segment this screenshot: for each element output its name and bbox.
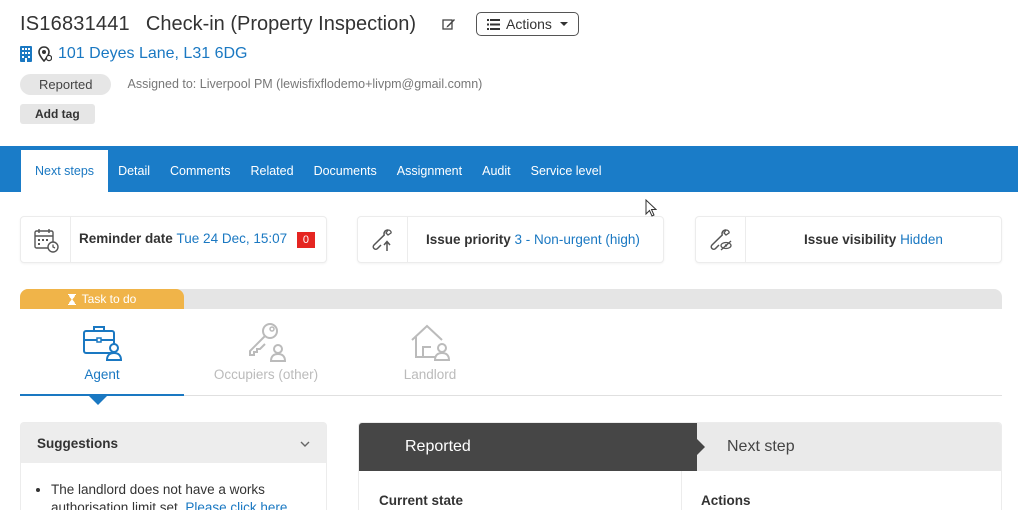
issue-priority-card[interactable]: Issue priority 3 - Non-urgent (high) [357, 216, 664, 263]
wrench-hidden-icon [696, 217, 746, 262]
assigned-to-text: Assigned to: Liverpool PM (lewisfixflode… [127, 77, 483, 91]
house-person-icon [409, 321, 451, 363]
tab-assignment[interactable]: Assignment [387, 150, 472, 192]
suggestions-title: Suggestions [37, 435, 119, 451]
actions-label: Actions [506, 16, 552, 32]
suggestions-list: The landlord does not have a works autho… [21, 463, 326, 510]
tab-detail[interactable]: Detail [108, 150, 160, 192]
role-label-landlord: Landlord [403, 367, 457, 382]
list-icon [487, 18, 500, 30]
task-to-do-tag: Task to do [20, 289, 184, 309]
tab-comments[interactable]: Comments [160, 150, 240, 192]
workflow-columns: Current state Actions [359, 471, 1001, 510]
location-pin-icon [38, 46, 52, 62]
actions-button[interactable]: Actions [476, 12, 579, 36]
tab-related[interactable]: Related [240, 150, 303, 192]
reminder-count-badge: 0 [296, 232, 316, 248]
list-item: The landlord does not have a works autho… [51, 481, 310, 510]
role-tab-pointer [89, 396, 107, 405]
next-step-label: Next step [727, 438, 795, 455]
issue-priority-value[interactable]: 3 - Non-urgent (high) [515, 232, 640, 247]
tab-audit[interactable]: Audit [472, 150, 521, 192]
mouse-cursor-icon [645, 198, 658, 222]
role-tabs: Agent Occupiers (other) Landlord [20, 309, 1002, 405]
column-divider [681, 471, 682, 510]
calendar-clock-icon [21, 217, 71, 262]
title-row: IS16831441 Check-in (Property Inspection… [20, 10, 1000, 38]
status-row: Reported Assigned to: Liverpool PM (lewi… [20, 73, 1000, 95]
suggestion-link[interactable]: Please click here [185, 500, 287, 510]
issue-visibility-card[interactable]: Issue visibility Hidden [695, 216, 1002, 263]
workflow-header: Reported Next step [359, 423, 1001, 471]
reminder-date-card[interactable]: Reminder date Tue 24 Dec, 15:07 0 [20, 216, 327, 263]
step-arrow [681, 423, 705, 471]
address-row: 101 Deyes Lane, L31 6DG [20, 43, 1000, 65]
building-icon [20, 46, 32, 62]
task-bar: Task to do [20, 289, 1002, 309]
hourglass-icon [67, 293, 76, 305]
role-tab-agent[interactable]: Agent [20, 309, 184, 397]
issue-visibility-value[interactable]: Hidden [900, 232, 943, 247]
issue-title: Check-in (Property Inspection) [145, 12, 416, 35]
role-tab-occupiers[interactable]: Occupiers (other) [184, 309, 348, 397]
workflow-panel: Reported Next step Current state Actions [358, 422, 1002, 510]
actions-heading: Actions [701, 493, 751, 508]
issue-id: IS16831441 [20, 12, 130, 35]
edit-icon[interactable] [440, 15, 458, 33]
current-state-heading: Current state [379, 493, 464, 508]
suggestions-header[interactable]: Suggestions [21, 423, 326, 463]
reminder-date-label: Reminder date [79, 231, 173, 246]
wrench-priority-icon [358, 217, 408, 262]
briefcase-person-icon [81, 321, 123, 363]
issue-visibility-label: Issue visibility [804, 232, 897, 247]
key-person-icon [245, 321, 287, 363]
tab-service-level[interactable]: Service level [521, 150, 612, 192]
role-label-occupiers: Occupiers (other) [213, 367, 319, 382]
chevron-down-icon [300, 434, 310, 452]
reminder-date-value[interactable]: Tue 24 Dec, 15:07 [177, 231, 288, 246]
suggestions-panel: Suggestions The landlord does not have a… [20, 422, 327, 510]
chevron-down-icon [559, 22, 568, 26]
property-address-link[interactable]: 101 Deyes Lane, L31 6DG [58, 45, 247, 63]
task-to-do-label: Task to do [81, 292, 137, 306]
issue-header: IS16831441 Check-in (Property Inspection… [20, 10, 1000, 124]
add-tag-button[interactable]: Add tag [20, 104, 95, 124]
tab-documents[interactable]: Documents [304, 150, 387, 192]
current-state-step: Reported [359, 423, 697, 471]
issue-priority-label: Issue priority [426, 232, 511, 247]
role-tab-landlord[interactable]: Landlord [348, 309, 512, 397]
tab-bar: Next steps Detail Comments Related Docum… [0, 146, 1018, 192]
tab-next-steps[interactable]: Next steps [21, 150, 109, 192]
role-label-agent: Agent [84, 367, 120, 382]
status-badge: Reported [20, 73, 112, 95]
